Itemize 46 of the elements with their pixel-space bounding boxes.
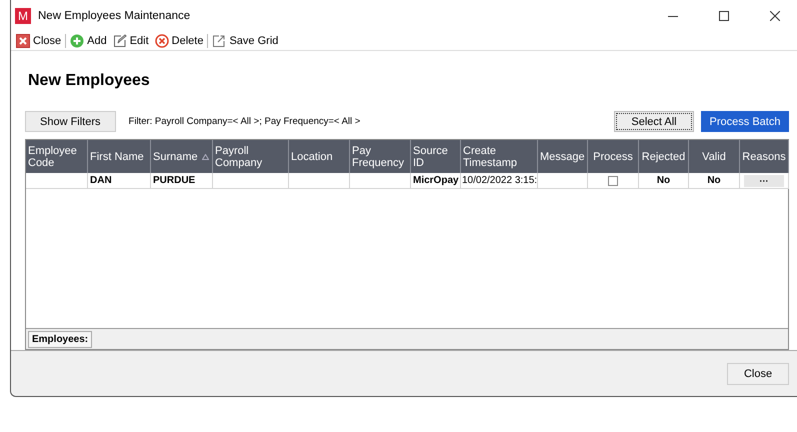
column-header[interactable]: Message bbox=[538, 140, 588, 173]
reasons-button[interactable]: ··· bbox=[744, 174, 784, 186]
table-cell: No bbox=[689, 173, 740, 189]
toolbar-button[interactable]: Delete bbox=[152, 32, 206, 50]
column-header[interactable]: Location bbox=[289, 140, 350, 173]
sort-icon bbox=[202, 154, 209, 160]
table-cell: No bbox=[639, 173, 689, 189]
toolbar-button[interactable]: Save Grid bbox=[209, 32, 282, 50]
column-header[interactable]: Surname bbox=[151, 140, 213, 173]
app-logo: M bbox=[15, 8, 31, 24]
filter-summary: Filter: Payroll Company=< All >; Pay Frequency=< All > bbox=[128, 116, 362, 127]
table-cell bbox=[289, 173, 350, 189]
table-cell bbox=[26, 173, 88, 189]
process-batch-button[interactable]: Process Batch bbox=[701, 111, 789, 132]
column-header[interactable]: First Name bbox=[88, 140, 151, 173]
table-cell bbox=[350, 173, 411, 189]
column-header[interactable]: Employee Code bbox=[26, 140, 88, 173]
window-title: New Employees Maintenance bbox=[38, 10, 192, 22]
column-header[interactable]: Process bbox=[588, 140, 639, 173]
show-filters-button[interactable]: Show Filters bbox=[25, 111, 116, 132]
add-icon bbox=[70, 34, 84, 48]
page-heading: New Employees bbox=[28, 71, 151, 91]
column-header[interactable]: Reasons bbox=[740, 140, 789, 173]
checkbox[interactable] bbox=[608, 176, 618, 186]
toolbar-button[interactable]: Add bbox=[67, 32, 110, 50]
table-cell: PURDUE bbox=[151, 173, 213, 189]
column-header[interactable]: Pay Frequency bbox=[350, 140, 411, 173]
table-cell: MicrOpay bbox=[411, 173, 461, 189]
column-header[interactable]: Source ID bbox=[411, 140, 461, 173]
column-header[interactable]: Payroll Company bbox=[213, 140, 289, 173]
edit-icon bbox=[112, 34, 127, 48]
toolbar-button[interactable]: Close bbox=[13, 32, 64, 50]
column-header[interactable]: Create Timestamp bbox=[461, 140, 538, 173]
toolbar-button[interactable]: Edit bbox=[110, 32, 152, 50]
column-header[interactable]: Rejected bbox=[639, 140, 689, 173]
select-all-button[interactable]: Select All bbox=[614, 111, 694, 132]
maximize-icon[interactable] bbox=[719, 11, 729, 21]
close-button[interactable]: Close bbox=[727, 362, 789, 385]
column-header[interactable]: Valid bbox=[689, 140, 740, 173]
table-cell: DAN bbox=[88, 173, 151, 189]
close-icon bbox=[16, 34, 30, 48]
export-icon bbox=[212, 34, 226, 48]
employees-tab[interactable]: Employees: bbox=[28, 330, 92, 348]
delete-icon bbox=[154, 34, 169, 48]
table-cell: 10/02/2022 3:15: bbox=[461, 173, 538, 189]
close-icon[interactable] bbox=[770, 11, 780, 21]
